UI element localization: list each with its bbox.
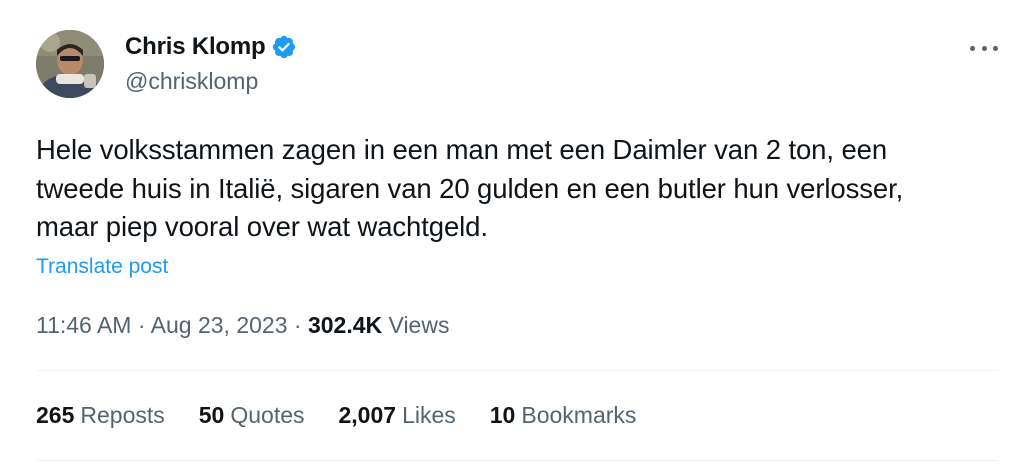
tweet-meta: 11:46 AM · Aug 23, 2023 · 302.4K Views xyxy=(36,312,449,339)
stat-bookmarks[interactable]: 10 Bookmarks xyxy=(490,402,637,429)
divider xyxy=(36,370,998,371)
tweet-text-line: tweede huis in Italië, sigaren van 20 gu… xyxy=(36,172,904,204)
views-count: 302.4K xyxy=(307,312,383,338)
tweet-text-line: maar piep vooral over wat wachtgeld. xyxy=(36,211,488,242)
author-name-row: Chris Klomp xyxy=(125,33,297,61)
stat-label: Quotes xyxy=(230,402,305,428)
stat-count: 10 xyxy=(489,402,516,428)
more-options-icon[interactable] xyxy=(966,36,1002,60)
stat-label: Reposts xyxy=(80,402,165,428)
stat-count: 2,007 xyxy=(338,402,397,428)
views-label: Views xyxy=(388,312,450,338)
verified-badge-icon[interactable] xyxy=(271,34,297,60)
author-handle[interactable]: @chrisklomp xyxy=(125,68,258,95)
meta-separator: · xyxy=(293,312,308,338)
stat-quotes[interactable]: 50 Quotes xyxy=(199,402,305,429)
post-date[interactable]: Aug 23, 2023 xyxy=(151,312,288,338)
more-dot xyxy=(981,45,987,51)
stat-likes[interactable]: 2,007 Likes xyxy=(339,402,456,429)
stat-reposts[interactable]: 265 Reposts xyxy=(36,402,165,429)
avatar[interactable] xyxy=(36,30,104,98)
tweet-text: Hele volksstammen zagen in een man met e… xyxy=(36,131,996,247)
author-name[interactable]: Chris Klomp xyxy=(125,33,266,61)
stat-count: 50 xyxy=(198,402,225,428)
avatar-image xyxy=(36,30,104,98)
stat-count: 265 xyxy=(36,402,75,428)
tweet-text-line: Hele volksstammen zagen in een man met e… xyxy=(36,134,888,165)
stat-label: Bookmarks xyxy=(521,402,637,428)
post-time[interactable]: 11:46 AM xyxy=(36,312,131,338)
translate-post-link[interactable]: Translate post xyxy=(36,255,168,279)
more-dot xyxy=(970,45,975,51)
stat-label: Likes xyxy=(402,402,456,428)
divider xyxy=(36,460,998,461)
meta-separator: · xyxy=(137,312,151,338)
tweet: Chris Klomp @chrisklomp Hele volksstamme… xyxy=(0,0,1026,466)
engagement-stats: 265 Reposts 50 Quotes 2,007 Likes 10 Bookmar… xyxy=(36,402,670,429)
more-dot xyxy=(993,45,998,51)
